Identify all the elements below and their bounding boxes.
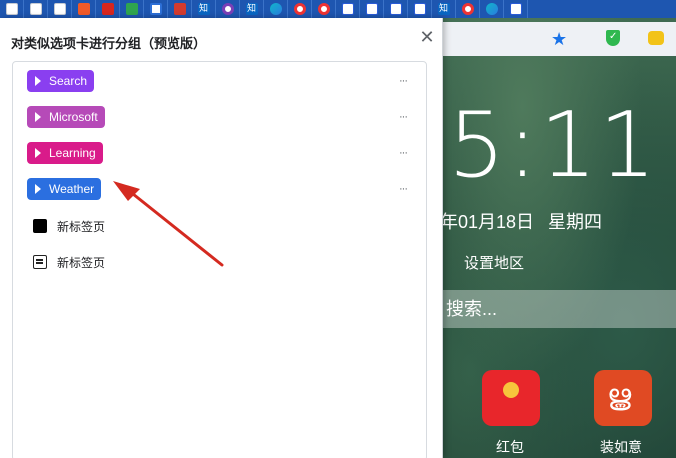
document-icon: [53, 3, 66, 15]
tab-title: 新标签页: [57, 219, 106, 234]
panel-title: 对类似选项卡进行分组（预览版）: [11, 37, 207, 52]
expand-triangle-icon: [35, 76, 41, 86]
search-box[interactable]: 搜索...: [440, 290, 676, 328]
box-app-icon: [149, 3, 162, 15]
tab-1[interactable]: [0, 0, 24, 18]
ring-icon: [221, 3, 234, 15]
extension-icon[interactable]: [648, 31, 664, 45]
baidu-icon: [341, 3, 354, 15]
zhihu-icon: 知: [437, 3, 450, 15]
tab-10[interactable]: [216, 0, 240, 18]
group-label: Learning: [49, 146, 96, 160]
green-app-icon: [125, 3, 138, 15]
list-item[interactable]: 新标签页: [33, 252, 105, 272]
eye-icon: [293, 3, 306, 15]
tab-12[interactable]: [264, 0, 288, 18]
favorite-star-icon[interactable]: ★: [551, 30, 567, 48]
edge-icon: [269, 3, 282, 15]
tab-4[interactable]: [72, 0, 96, 18]
tab-19[interactable]: 知: [432, 0, 456, 18]
group-row-search: Search ···: [27, 70, 417, 92]
zhihu-icon: 知: [197, 3, 210, 15]
group-label: Search: [49, 74, 88, 88]
search-placeholder: 搜索...: [446, 299, 498, 319]
tab-8[interactable]: [168, 0, 192, 18]
group-row-weather: Weather ···: [27, 178, 417, 200]
tab-16[interactable]: [360, 0, 384, 18]
tab-13[interactable]: [288, 0, 312, 18]
set-region-link[interactable]: 设置地区: [464, 255, 524, 273]
document-icon: [29, 3, 42, 15]
weekday-text: 星期四: [548, 212, 603, 232]
zhihu-icon: 知: [245, 3, 258, 15]
group-chip-microsoft[interactable]: Microsoft: [27, 106, 105, 128]
edge-icon: [485, 3, 498, 15]
more-options-icon[interactable]: ···: [393, 142, 413, 164]
group-chip-learning[interactable]: Learning: [27, 142, 103, 164]
more-options-icon[interactable]: ···: [393, 106, 413, 128]
list-item[interactable]: 新标签页: [33, 216, 105, 236]
red-app-icon: [101, 3, 114, 15]
group-row-microsoft: Microsoft ···: [27, 106, 417, 128]
tab-3[interactable]: [48, 0, 72, 18]
browser-tab-strip: 知 知 知: [0, 0, 676, 18]
date-line: 年01月18日 星期四: [440, 211, 616, 233]
baidu-icon: [509, 3, 522, 15]
tab-9[interactable]: 知: [192, 0, 216, 18]
tab-15[interactable]: [336, 0, 360, 18]
clock: 5:11: [448, 93, 659, 198]
tab-21[interactable]: [480, 0, 504, 18]
red-envelope-icon[interactable]: [482, 370, 540, 426]
tab-18[interactable]: [408, 0, 432, 18]
orange-app-icon: [77, 3, 90, 15]
tab-11[interactable]: 知: [240, 0, 264, 18]
expand-triangle-icon: [35, 148, 41, 158]
close-icon[interactable]: ✕: [414, 24, 440, 50]
ruyi-icon[interactable]: [594, 370, 652, 426]
tab-grouping-panel: 对类似选项卡进行分组（预览版） ✕ Search ··· Microsoft ·…: [0, 18, 443, 458]
tab-5[interactable]: [96, 0, 120, 18]
black-square-icon: [33, 219, 47, 233]
tab-6[interactable]: [120, 0, 144, 18]
tab-2[interactable]: [24, 0, 48, 18]
date-text: 年01月18日: [440, 212, 535, 232]
group-chip-weather[interactable]: Weather: [27, 178, 102, 200]
tab-7[interactable]: [144, 0, 168, 18]
tab-17[interactable]: [384, 0, 408, 18]
baidu-icon: [413, 3, 426, 15]
more-options-icon[interactable]: ···: [393, 178, 413, 200]
calendar-icon: [33, 255, 47, 269]
document-icon: [5, 3, 18, 15]
eye-icon: [461, 3, 474, 15]
group-label: Weather: [49, 182, 95, 196]
expand-triangle-icon: [35, 112, 41, 122]
baidu-icon: [389, 3, 402, 15]
tab-group-list: Search ··· Microsoft ··· Learning ··· We…: [12, 61, 427, 458]
pdf-icon: [173, 3, 186, 15]
app-label-ruyi: 装如意: [600, 439, 642, 455]
app-label-hongbao: 红包: [496, 439, 524, 455]
eye-icon: [317, 3, 330, 15]
tab-14[interactable]: [312, 0, 336, 18]
group-label: Microsoft: [49, 110, 98, 124]
group-chip-search[interactable]: Search: [27, 70, 95, 92]
tab-22[interactable]: [504, 0, 528, 18]
shield-icon[interactable]: [606, 30, 620, 46]
more-options-icon[interactable]: ···: [393, 70, 413, 92]
tab-20[interactable]: [456, 0, 480, 18]
group-row-learning: Learning ···: [27, 142, 417, 164]
expand-triangle-icon: [35, 184, 41, 194]
baidu-icon: [365, 3, 378, 15]
tab-title: 新标签页: [57, 255, 106, 270]
